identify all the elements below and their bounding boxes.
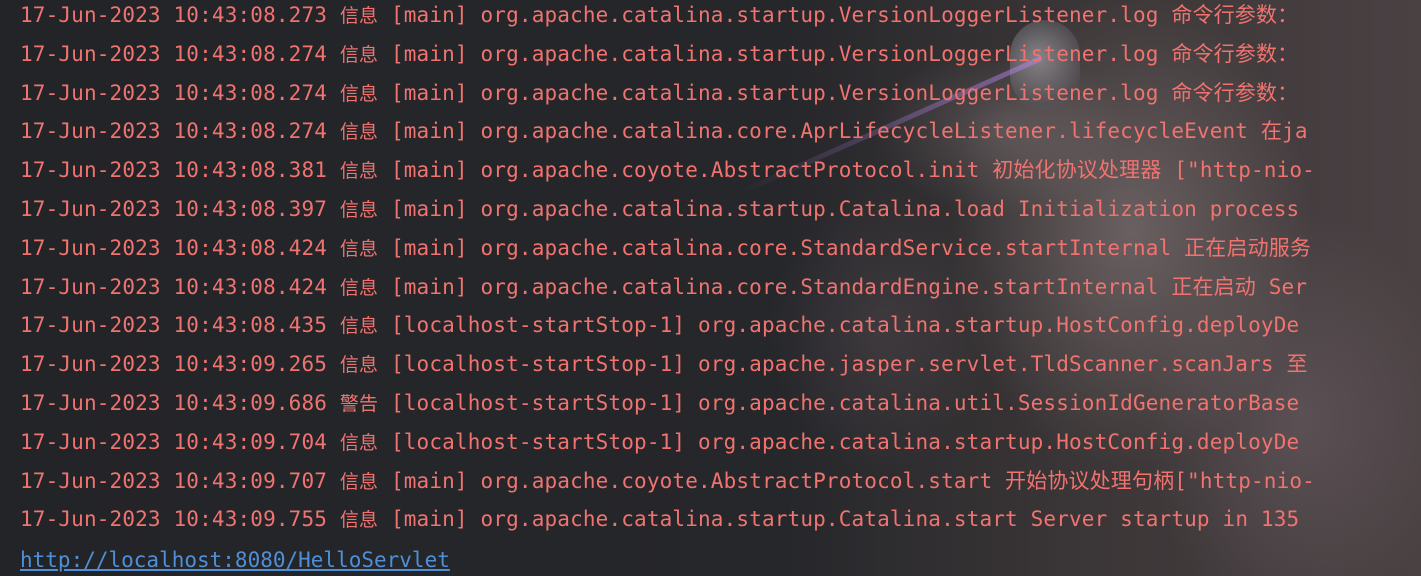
log-thread: [localhost-startStop-1] xyxy=(390,313,686,338)
log-source: org.apache.jasper.servlet.TldScanner.sca… xyxy=(698,352,1274,377)
log-line: 17-Jun-2023 10:43:09.686 警告 [localhost-s… xyxy=(20,388,1421,427)
console-lines: 17-Jun-2023 10:43:08.273 信息 [main] org.a… xyxy=(20,0,1421,576)
log-level: 信息 xyxy=(339,198,379,221)
log-timestamp: 17-Jun-2023 10:43:08.424 xyxy=(20,274,328,299)
log-thread: [main] xyxy=(390,507,468,532)
log-timestamp: 17-Jun-2023 10:43:08.397 xyxy=(20,196,328,221)
log-source: org.apache.catalina.startup.VersionLogge… xyxy=(480,41,1159,66)
log-message: Initialization process xyxy=(1017,196,1300,221)
log-level: 信息 xyxy=(339,509,379,532)
log-message: 初始化协议处理器 ["http-nio- xyxy=(992,158,1315,183)
log-level: 信息 xyxy=(339,121,379,144)
log-level: 信息 xyxy=(339,315,379,338)
log-thread: [localhost-startStop-1] xyxy=(390,429,686,454)
log-timestamp: 17-Jun-2023 10:43:09.755 xyxy=(20,507,328,532)
log-timestamp: 17-Jun-2023 10:43:08.424 xyxy=(20,235,328,260)
log-thread: [main] xyxy=(390,80,468,105)
log-level: 信息 xyxy=(339,43,379,66)
log-message: 命令行参数： xyxy=(1171,41,1299,66)
servlet-url-link[interactable]: http://localhost:8080/HelloServlet xyxy=(20,548,450,572)
log-source: org.apache.catalina.core.StandardEngine.… xyxy=(480,274,1159,299)
log-timestamp: 17-Jun-2023 10:43:09.707 xyxy=(20,468,328,493)
log-timestamp: 17-Jun-2023 10:43:08.381 xyxy=(20,158,328,183)
console-link-line: http://localhost:8080/HelloServlet xyxy=(20,543,1421,576)
log-thread: [main] xyxy=(390,119,468,144)
log-source: org.apache.coyote.AbstractProtocol.start xyxy=(480,468,993,493)
log-timestamp: 17-Jun-2023 10:43:08.274 xyxy=(20,80,328,105)
log-timestamp: 17-Jun-2023 10:43:08.274 xyxy=(20,41,328,66)
log-line: 17-Jun-2023 10:43:09.707 信息 [main] org.a… xyxy=(20,466,1421,505)
log-source: org.apache.catalina.util.SessionIdGenera… xyxy=(698,390,1300,415)
log-source: org.apache.coyote.AbstractProtocol.init xyxy=(480,158,980,183)
log-source: org.apache.catalina.startup.VersionLogge… xyxy=(480,80,1159,105)
log-message: 正在启动 Ser xyxy=(1171,274,1308,299)
log-thread: [main] xyxy=(390,235,468,260)
log-message: 命令行参数： xyxy=(1171,3,1299,27)
log-thread: [main] xyxy=(390,274,468,299)
log-level: 信息 xyxy=(339,470,379,493)
log-timestamp: 17-Jun-2023 10:43:08.273 xyxy=(20,3,328,27)
log-timestamp: 17-Jun-2023 10:43:09.265 xyxy=(20,352,328,377)
log-timestamp: 17-Jun-2023 10:43:08.274 xyxy=(20,119,328,144)
log-line: 17-Jun-2023 10:43:08.424 信息 [main] org.a… xyxy=(20,233,1421,272)
log-source: org.apache.catalina.core.AprLifecycleLis… xyxy=(480,119,1249,144)
log-source: org.apache.catalina.startup.HostConfig.d… xyxy=(698,429,1300,454)
log-message: 在ja xyxy=(1260,119,1308,144)
log-thread: [main] xyxy=(390,3,468,27)
log-line: 17-Jun-2023 10:43:08.435 信息 [localhost-s… xyxy=(20,310,1421,349)
log-level: 警告 xyxy=(339,392,379,415)
log-thread: [main] xyxy=(390,196,468,221)
log-line: 17-Jun-2023 10:43:08.424 信息 [main] org.a… xyxy=(20,272,1421,311)
log-message: 开始协议处理句柄["http-nio- xyxy=(1005,468,1315,493)
log-line: 17-Jun-2023 10:43:08.274 信息 [main] org.a… xyxy=(20,116,1421,155)
log-thread: [main] xyxy=(390,41,468,66)
log-line: 17-Jun-2023 10:43:08.273 信息 [main] org.a… xyxy=(20,0,1421,39)
log-thread: [main] xyxy=(390,468,468,493)
log-level: 信息 xyxy=(339,276,379,299)
log-level: 信息 xyxy=(339,354,379,377)
log-source: org.apache.catalina.startup.Catalina.sta… xyxy=(480,507,1018,532)
log-message: 正在启动服务 xyxy=(1184,235,1312,260)
log-message: 命令行参数： xyxy=(1171,80,1299,105)
log-timestamp: 17-Jun-2023 10:43:08.435 xyxy=(20,313,328,338)
log-message: Server startup in 135 xyxy=(1030,507,1300,532)
log-level: 信息 xyxy=(339,237,379,260)
log-message: 至 xyxy=(1286,352,1308,377)
log-timestamp: 17-Jun-2023 10:43:09.686 xyxy=(20,390,328,415)
log-level: 信息 xyxy=(339,431,379,454)
log-level: 信息 xyxy=(339,160,379,183)
log-level: 信息 xyxy=(339,82,379,105)
log-line: 17-Jun-2023 10:43:08.274 信息 [main] org.a… xyxy=(20,78,1421,117)
console-output-panel[interactable]: 17-Jun-2023 10:43:08.273 信息 [main] org.a… xyxy=(0,0,1421,576)
log-line: 17-Jun-2023 10:43:08.381 信息 [main] org.a… xyxy=(20,155,1421,194)
log-source: org.apache.catalina.core.StandardService… xyxy=(480,235,1172,260)
log-thread: [localhost-startStop-1] xyxy=(390,352,686,377)
log-thread: [main] xyxy=(390,158,468,183)
log-source: org.apache.catalina.startup.HostConfig.d… xyxy=(698,313,1300,338)
log-source: org.apache.catalina.startup.VersionLogge… xyxy=(480,3,1159,27)
log-line: 17-Jun-2023 10:43:09.265 信息 [localhost-s… xyxy=(20,349,1421,388)
log-line: 17-Jun-2023 10:43:09.755 信息 [main] org.a… xyxy=(20,504,1421,543)
log-line: 17-Jun-2023 10:43:08.397 信息 [main] org.a… xyxy=(20,194,1421,233)
log-line: 17-Jun-2023 10:43:08.274 信息 [main] org.a… xyxy=(20,39,1421,78)
log-timestamp: 17-Jun-2023 10:43:09.704 xyxy=(20,429,328,454)
log-line: 17-Jun-2023 10:43:09.704 信息 [localhost-s… xyxy=(20,427,1421,466)
log-thread: [localhost-startStop-1] xyxy=(390,390,686,415)
log-source: org.apache.catalina.startup.Catalina.loa… xyxy=(480,196,1006,221)
log-level: 信息 xyxy=(339,5,379,27)
